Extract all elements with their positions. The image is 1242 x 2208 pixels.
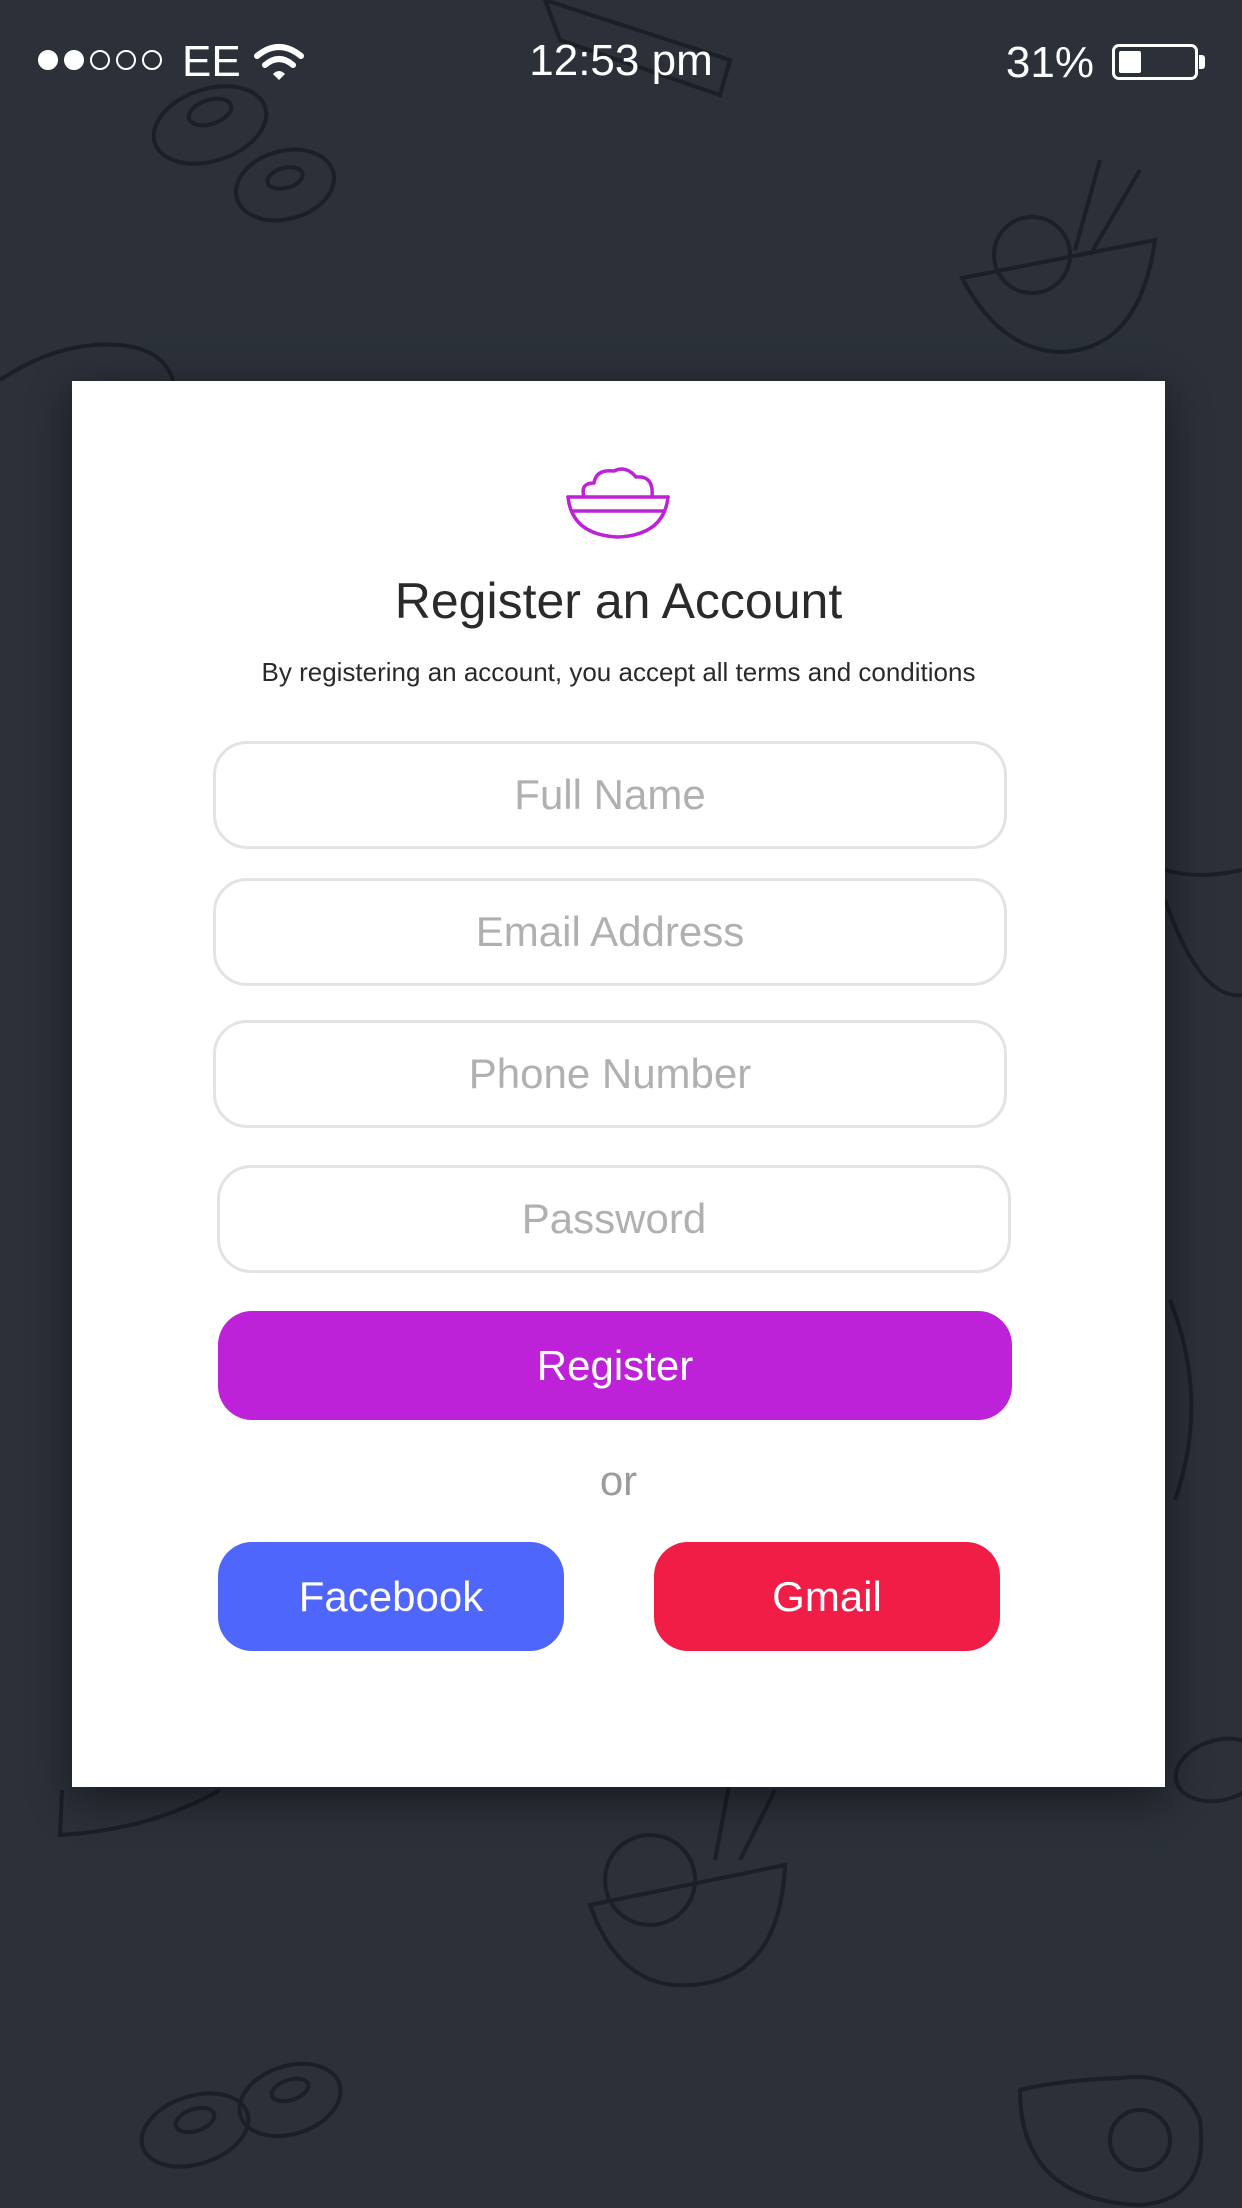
or-divider-label: or: [599, 1457, 638, 1504]
page-title: Register an Account: [394, 573, 843, 629]
status-bar: EE 12:53 pm 31%: [0, 0, 1242, 124]
full-name-input[interactable]: [213, 741, 1007, 849]
gmail-login-button[interactable]: Gmail: [654, 1542, 1000, 1651]
rice-bowl-icon: [566, 467, 670, 539]
battery-level: [1119, 51, 1142, 73]
register-card: Register an Account By registering an ac…: [72, 381, 1165, 1787]
battery-icon: [1112, 44, 1198, 80]
facebook-login-button[interactable]: Facebook: [218, 1542, 564, 1651]
terms-notice: By registering an account, you accept al…: [261, 657, 976, 687]
register-button[interactable]: Register: [218, 1311, 1012, 1420]
battery-tip: [1199, 55, 1205, 69]
battery-percentage: 31%: [1005, 38, 1094, 87]
password-input[interactable]: [217, 1165, 1011, 1273]
email-input[interactable]: [213, 878, 1007, 986]
phone-input[interactable]: [213, 1020, 1007, 1128]
